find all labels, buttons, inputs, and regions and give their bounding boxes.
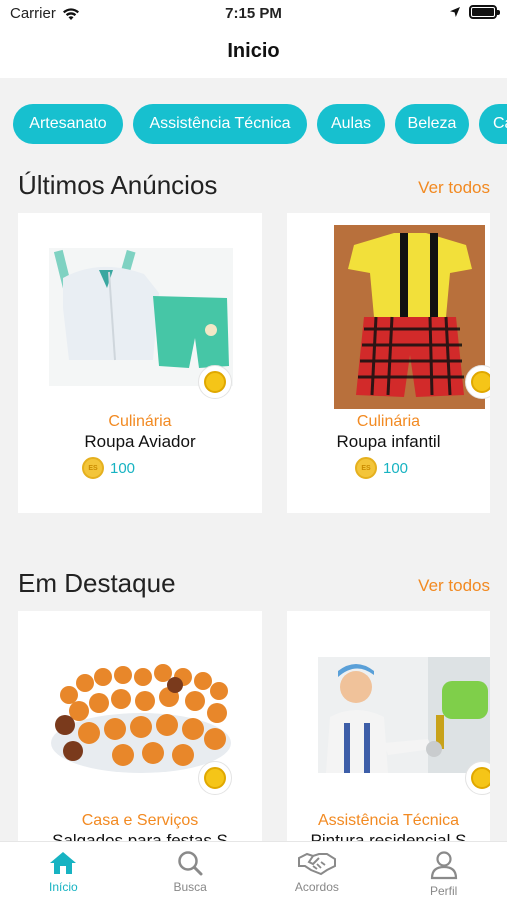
tab-label: Perfil (429, 884, 458, 898)
seller-badge-icon (198, 365, 232, 399)
price-value: 100 (110, 459, 136, 477)
status-right (449, 5, 500, 19)
listing-card[interactable]: Culinária Roupa Aviador ES 100 (18, 213, 262, 513)
price-value: 100 (383, 459, 409, 477)
chip-assistencia-tecnica[interactable]: Assistência Técnica (133, 104, 307, 144)
chip-aulas[interactable]: Aulas (317, 104, 385, 144)
tab-acordos[interactable]: Acordos (254, 842, 381, 900)
top-bar: Carrier 7:15 PM Inicio (0, 0, 507, 78)
item-category: Casa e Serviços (81, 812, 199, 829)
item-category: Assistência Técnica (317, 812, 460, 829)
page-title: Inicio (227, 40, 280, 62)
product-image (318, 657, 490, 773)
product-image (49, 655, 233, 777)
item-name: Roupa infantil (336, 432, 441, 451)
tab-perfil[interactable]: Perfil (380, 842, 507, 900)
listing-card[interactable]: Culinária Roupa infantil ES 100 (287, 213, 490, 513)
tab-label: Busca (173, 880, 207, 894)
chip-partial[interactable]: Ca (479, 104, 507, 144)
listing-card[interactable]: Casa e Serviços Salgados para festas S (18, 611, 262, 843)
tab-label: Acordos (294, 880, 339, 894)
listing-card[interactable]: Assistência Técnica Pintura residencial … (287, 611, 490, 843)
see-all-featured[interactable]: Ver todos (418, 576, 490, 596)
seller-badge-icon (465, 761, 490, 795)
battery-icon (469, 5, 500, 19)
home-icon (50, 852, 77, 874)
product-image (334, 225, 485, 409)
tab-busca[interactable]: Busca (127, 842, 254, 900)
item-name: Roupa Aviador (84, 432, 196, 451)
see-all-latest[interactable]: Ver todos (418, 178, 490, 198)
item-price: ES 100 (355, 457, 408, 479)
tab-bar: Início Busca Acordos Perfil (0, 841, 507, 900)
category-chips: Artesanato Assistência Técnica Aulas Bel… (0, 104, 507, 144)
tab-label: Início (49, 880, 78, 894)
search-icon (178, 851, 203, 876)
coin-icon: ES (355, 457, 377, 479)
product-image (49, 248, 233, 386)
location-arrow-icon (450, 7, 460, 17)
status-time: 7:15 PM (225, 5, 282, 22)
item-price: ES 100 (82, 457, 135, 479)
section-title-latest: Últimos Anúncios (18, 170, 218, 200)
section-title-featured: Em Destaque (18, 568, 176, 598)
tab-inicio[interactable]: Início (0, 842, 127, 900)
coin-icon: ES (82, 457, 104, 479)
status-bar: Carrier 7:15 PM (0, 0, 507, 28)
seller-badge-icon (198, 761, 232, 795)
chip-beleza[interactable]: Beleza (395, 104, 469, 144)
item-category: Culinária (356, 413, 421, 430)
item-category: Culinária (108, 413, 172, 430)
chip-artesanato[interactable]: Artesanato (13, 104, 123, 144)
handshake-icon (297, 852, 336, 876)
user-icon (430, 851, 457, 880)
